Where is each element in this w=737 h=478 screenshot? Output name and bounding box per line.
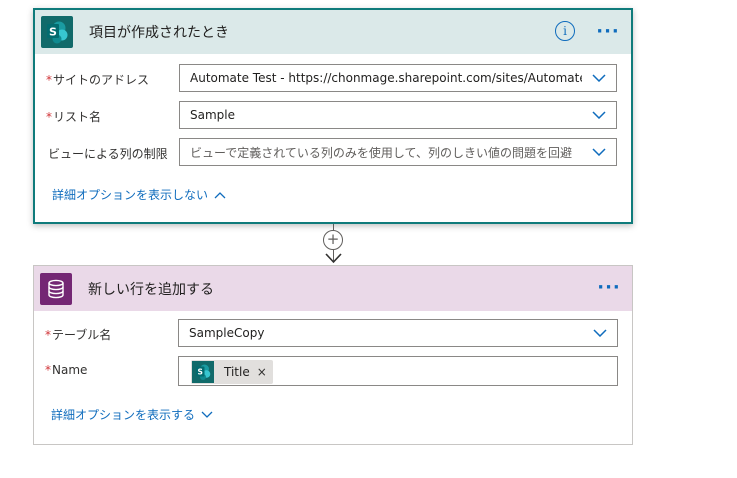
trigger-card-header[interactable]: S 項目が作成されたとき i ··· (35, 10, 631, 54)
view-limit-label: ビューによる列の制限 (48, 147, 168, 161)
list-name-value: Sample (190, 108, 235, 122)
chevron-down-icon (201, 411, 213, 418)
more-options-button[interactable]: ··· (596, 276, 622, 298)
required-marker: * (45, 363, 51, 377)
show-advanced-options-link[interactable]: 詳細オプションを表示する (51, 406, 213, 423)
more-options-button[interactable]: ··· (595, 20, 621, 42)
chevron-down-icon[interactable] (583, 320, 617, 346)
chevron-up-icon (214, 191, 226, 198)
trigger-title: 項目が作成されたとき (89, 25, 229, 41)
sharepoint-icon: S (41, 16, 73, 48)
svg-text:S: S (49, 26, 57, 39)
site-address-row: *サイトのアドレス Automate Test - https://chonma… (35, 64, 631, 94)
action-card-header[interactable]: 新しい行を追加する ··· (34, 266, 632, 311)
hide-advanced-options-label: 詳細オプションを表示しない (52, 188, 209, 202)
name-row: *Name S Title × (34, 356, 632, 386)
arrow-down-icon (325, 253, 342, 264)
dataverse-icon (40, 272, 72, 305)
table-name-label: *テーブル名 (45, 328, 112, 342)
add-step-button[interactable]: + (323, 230, 343, 250)
name-label: *Name (45, 363, 88, 377)
view-limit-value: ビューで定義されている列のみを使用して、列のしきい値の問題を回避 (190, 145, 572, 160)
show-advanced-options-label: 詳細オプションを表示する (51, 408, 196, 422)
table-name-value: SampleCopy (189, 326, 265, 340)
list-name-row: *リスト名 Sample (35, 101, 631, 131)
list-name-label: *リスト名 (46, 110, 102, 124)
name-field[interactable]: S Title × (178, 356, 618, 386)
info-icon[interactable]: i (555, 21, 575, 41)
chevron-down-icon[interactable] (582, 102, 616, 128)
table-name-dropdown[interactable]: SampleCopy (178, 319, 618, 347)
token-label: Title (224, 365, 250, 379)
chevron-down-icon[interactable] (582, 139, 616, 165)
table-name-row: *テーブル名 SampleCopy (34, 319, 632, 349)
required-marker: * (45, 328, 51, 342)
chevron-down-icon[interactable] (582, 65, 616, 91)
dynamic-content-token[interactable]: S Title × (191, 360, 273, 384)
hide-advanced-options-link[interactable]: 詳細オプションを表示しない (52, 186, 226, 203)
svg-text:S: S (197, 368, 202, 377)
sharepoint-icon: S (192, 361, 214, 383)
view-limit-row: ビューによる列の制限 ビューで定義されている列のみを使用して、列のしきい値の問題… (35, 138, 631, 168)
view-limit-dropdown[interactable]: ビューで定義されている列のみを使用して、列のしきい値の問題を回避 (179, 138, 617, 166)
action-card: 新しい行を追加する ··· *テーブル名 SampleCopy *Name S (33, 265, 633, 445)
close-icon[interactable]: × (257, 365, 267, 379)
list-name-dropdown[interactable]: Sample (179, 101, 617, 129)
trigger-card: S 項目が作成されたとき i ··· *サイトのアドレス Automate Te… (33, 8, 633, 224)
site-address-label: *サイトのアドレス (46, 73, 150, 87)
site-address-dropdown[interactable]: Automate Test - https://chonmage.sharepo… (179, 64, 617, 92)
required-marker: * (46, 110, 52, 124)
required-marker: * (46, 73, 52, 87)
action-title: 新しい行を追加する (88, 281, 214, 298)
site-address-value: Automate Test - https://chonmage.sharepo… (190, 71, 582, 85)
